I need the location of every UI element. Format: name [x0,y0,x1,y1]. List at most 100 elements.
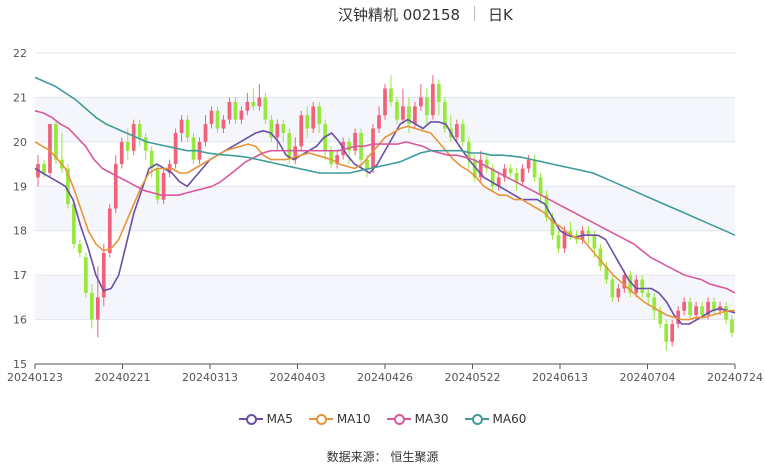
candle-body [245,101,250,111]
candle-body [556,235,561,249]
legend-swatch-ma30 [386,413,411,425]
candle-body [113,164,118,209]
candle-body [454,124,459,138]
candle-body [395,101,399,120]
x-tick-label: 20240123 [7,371,63,384]
candle-body [371,128,375,169]
candle-body [431,84,435,116]
candle-body [233,101,238,120]
candle-body [203,124,208,142]
legend-item-ma60[interactable]: MA60 [464,412,527,426]
candle-body [251,101,256,107]
candle-body [119,141,124,165]
candle-body [107,208,112,253]
y-tick-label: 17 [13,269,27,282]
candle-body [179,119,184,133]
candle-body [329,150,334,165]
y-tick-label: 15 [13,358,27,371]
candle-body [592,235,597,249]
candle-body [401,106,405,120]
candle-body [275,124,280,138]
y-tick-label: 18 [13,225,27,238]
candle-body [305,115,310,129]
candle-body [730,319,734,333]
x-tick-label: 20240403 [270,371,326,384]
candle-body [646,292,651,298]
candle-body [389,88,393,102]
candle-body [538,177,543,196]
legend-item-ma10[interactable]: MA10 [308,412,371,426]
x-tick-label: 20240613 [532,371,588,384]
candle-body [598,248,603,267]
x-tick-label: 20240426 [357,371,413,384]
candle-body [688,301,692,316]
legend-label-ma5: MA5 [266,412,293,426]
candle-body [215,110,220,129]
candlestick-chart: 15 16 17 18 19 20 21 22 20240123 20240221 20240313… [7,47,763,384]
candle-body [353,132,357,151]
x-tick-label: 20240313 [182,371,238,384]
x-tick-label: 20240221 [95,371,151,384]
candle-body [413,106,417,125]
y-tick-label: 16 [13,314,27,327]
candle-body [191,137,196,160]
candle-body [239,110,244,120]
legend-swatch-ma60 [464,413,489,425]
candle-body [299,115,304,147]
candle-body [419,97,423,107]
candle-body [532,159,537,178]
candle-body [610,279,615,298]
legend-label-ma60: MA60 [492,412,527,426]
candle-body [257,97,262,107]
candle-body [227,101,232,120]
candle-body [42,164,46,173]
candle-body [95,297,100,320]
candle-body [460,124,465,142]
candle-body [682,301,686,311]
candle-body [48,124,52,173]
candle-body [664,324,669,342]
candle-body [383,88,387,116]
candle-body [514,172,519,182]
candle-body [89,292,94,320]
candle-body [377,115,381,129]
y-tick-label: 21 [13,91,27,104]
candle-body [724,306,728,320]
candle-body [311,106,316,129]
candle-body [54,124,58,160]
y-tick-label: 22 [13,47,27,60]
legend-item-ma30[interactable]: MA30 [386,412,449,426]
candle-body [520,168,525,182]
candle-body [425,97,429,116]
x-tick-label: 20240724 [707,371,763,384]
legend-swatch-ma10 [308,413,333,425]
candle-body [281,124,286,133]
candle-body [209,110,214,125]
candle-body [185,119,190,138]
candle-body [317,106,322,125]
candle-body [616,288,621,298]
candle-body [137,124,142,138]
candle-body [143,137,148,151]
legend-swatch-ma5 [238,413,263,425]
x-tick-label: 20240704 [620,371,676,384]
data-source: 数据来源： 恒生聚源 [326,450,439,464]
y-tick-label: 19 [13,180,27,193]
candle-body [263,97,268,120]
candle-body [526,159,531,169]
candle-body [640,279,645,293]
x-tick-label: 20240522 [445,371,501,384]
legend-label-ma10: MA10 [336,412,371,426]
legend: MA5 MA10 MA30 MA60 [0,412,765,426]
candle-body [221,119,226,129]
candle-body [694,306,698,316]
y-tick-label: 20 [13,136,27,149]
candle-body [670,324,675,342]
candle-body [84,257,88,293]
candle-body [78,244,82,253]
legend-label-ma30: MA30 [414,412,449,426]
legend-item-ma5[interactable]: MA5 [238,412,293,426]
candle-body [347,141,351,151]
candle-body [436,84,441,102]
candle-body [508,168,513,173]
